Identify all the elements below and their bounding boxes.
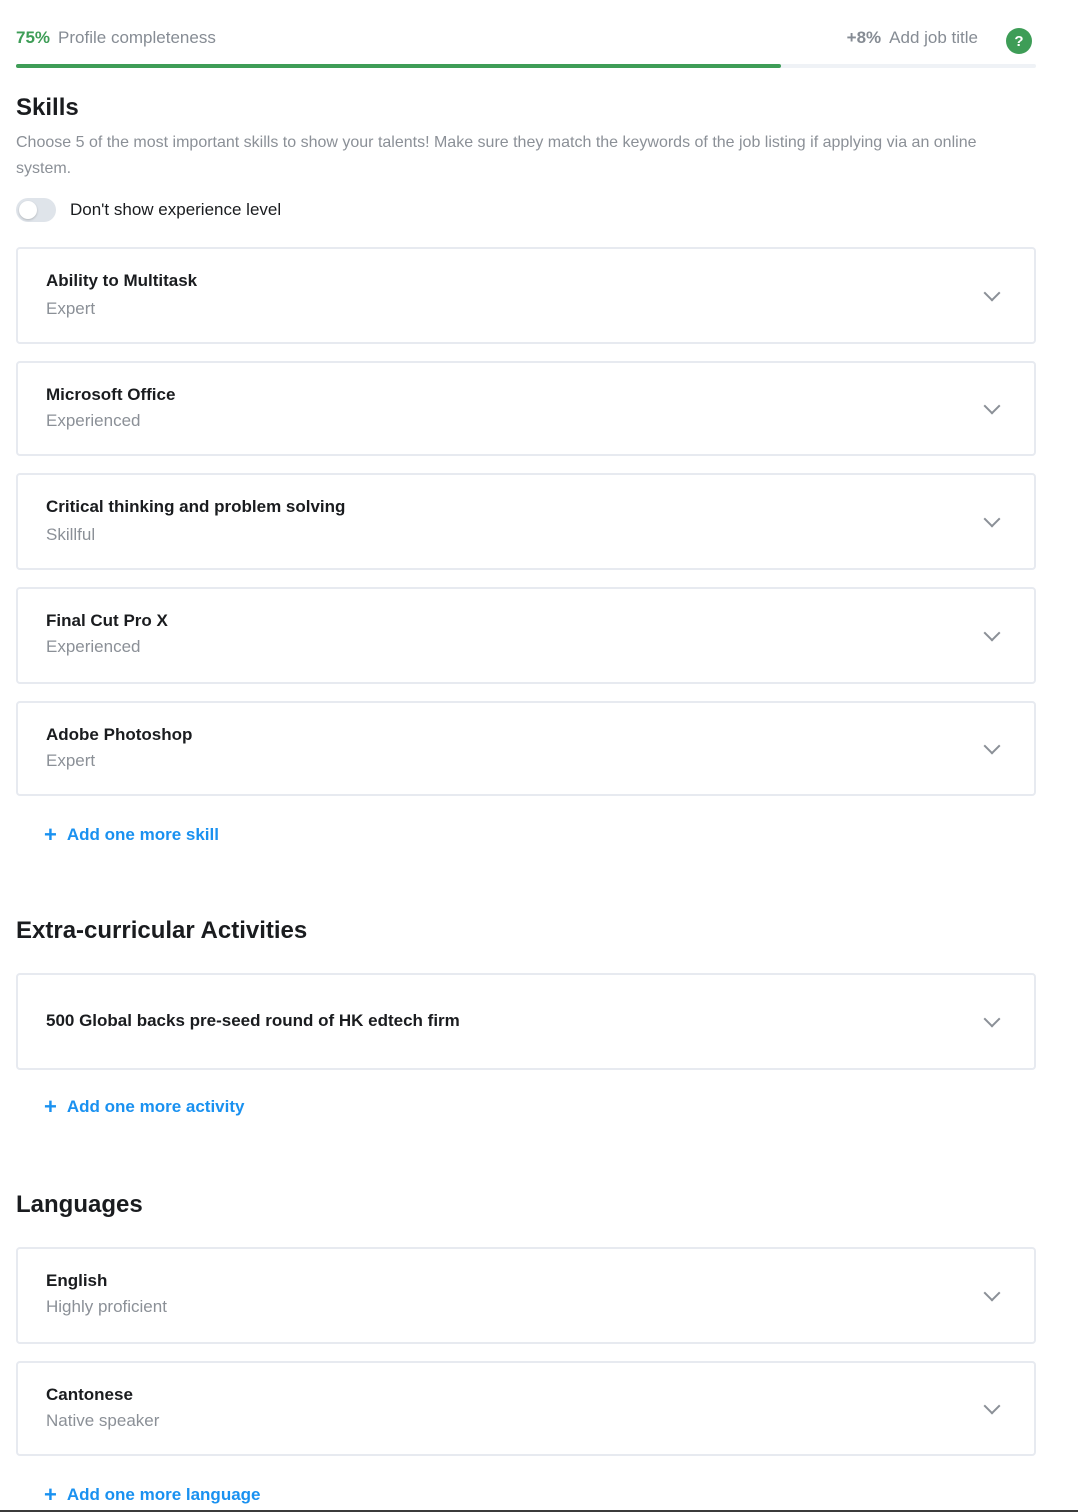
progress-track (16, 64, 1036, 68)
skill-level: Experienced (46, 411, 141, 430)
add-skill-label: Add one more skill (66, 825, 219, 844)
bonus-label: Add job title (889, 28, 978, 47)
language-name: English (46, 1271, 108, 1290)
skill-card[interactable]: Critical thinking and problem solving Sk… (16, 473, 1036, 570)
chevron-down-icon[interactable] (983, 397, 1001, 415)
chevron-down-icon[interactable] (983, 1397, 1001, 1415)
chevron-down-icon[interactable] (983, 737, 1001, 755)
skill-level: Skillful (46, 525, 96, 544)
resume-editor-panel: 75% Profile completeness +8% Add job tit… (0, 0, 1078, 1512)
help-icon[interactable]: ? (1006, 28, 1032, 54)
toggle-label: Don't show experience level (70, 200, 282, 219)
plus-icon: + (44, 822, 57, 847)
activity-card[interactable]: 500 Global backs pre-seed round of HK ed… (16, 973, 1036, 1070)
chevron-down-icon[interactable] (983, 1284, 1001, 1302)
language-card[interactable]: Cantonese Native speaker (16, 1361, 1036, 1456)
completeness-label: Profile completeness (58, 28, 216, 47)
chevron-down-icon[interactable] (983, 510, 1001, 528)
bonus-percent: +8% (846, 28, 882, 47)
skill-name: Microsoft Office (46, 385, 176, 404)
skill-name: Adobe Photoshop (46, 725, 193, 744)
add-activity-button[interactable]: + Add one more activity (44, 1096, 244, 1118)
chevron-down-icon[interactable] (983, 1010, 1001, 1028)
activity-name: 500 Global backs pre-seed round of HK ed… (46, 1011, 460, 1030)
language-level: Highly proficient (46, 1297, 167, 1316)
add-language-label: Add one more language (66, 1485, 261, 1504)
plus-icon: + (44, 1094, 57, 1119)
chevron-down-icon[interactable] (983, 284, 1001, 302)
skill-name: Final Cut Pro X (46, 611, 168, 630)
language-level: Native speaker (46, 1411, 160, 1430)
skill-card[interactable]: Microsoft Office Experienced (16, 361, 1036, 456)
skills-title: Skills (16, 94, 79, 121)
add-language-button[interactable]: + Add one more language (44, 1484, 261, 1506)
skill-level: Experienced (46, 637, 141, 656)
skill-level: Expert (46, 299, 96, 318)
add-activity-label: Add one more activity (66, 1097, 245, 1116)
toggle-knob (19, 201, 37, 219)
languages-title: Languages (16, 1191, 143, 1218)
skill-level: Expert (46, 751, 96, 770)
add-job-title-hint[interactable]: +8% Add job title (847, 28, 978, 48)
toggle-switch[interactable] (16, 198, 56, 222)
language-card[interactable]: English Highly proficient (16, 1247, 1036, 1344)
skill-name: Critical thinking and problem solving (46, 497, 346, 516)
profile-completeness: 75% Profile completeness (16, 28, 216, 48)
add-skill-button[interactable]: + Add one more skill (44, 824, 219, 846)
language-name: Cantonese (46, 1385, 133, 1404)
progress-fill (16, 64, 781, 68)
completeness-percent: 75% (16, 28, 51, 47)
skills-description: Choose 5 of the most important skills to… (16, 134, 977, 177)
activities-title: Extra-curricular Activities (16, 917, 308, 944)
experience-level-toggle[interactable]: Don't show experience level (16, 198, 281, 222)
profile-completeness-bar: 75% Profile completeness +8% Add job tit… (16, 24, 1036, 70)
skill-card[interactable]: Adobe Photoshop Expert (16, 701, 1036, 796)
skill-name: Ability to Multitask (46, 271, 198, 290)
skill-card[interactable]: Ability to Multitask Expert (16, 247, 1036, 344)
plus-icon: + (44, 1482, 57, 1507)
skill-card[interactable]: Final Cut Pro X Experienced (16, 587, 1036, 684)
chevron-down-icon[interactable] (983, 624, 1001, 642)
